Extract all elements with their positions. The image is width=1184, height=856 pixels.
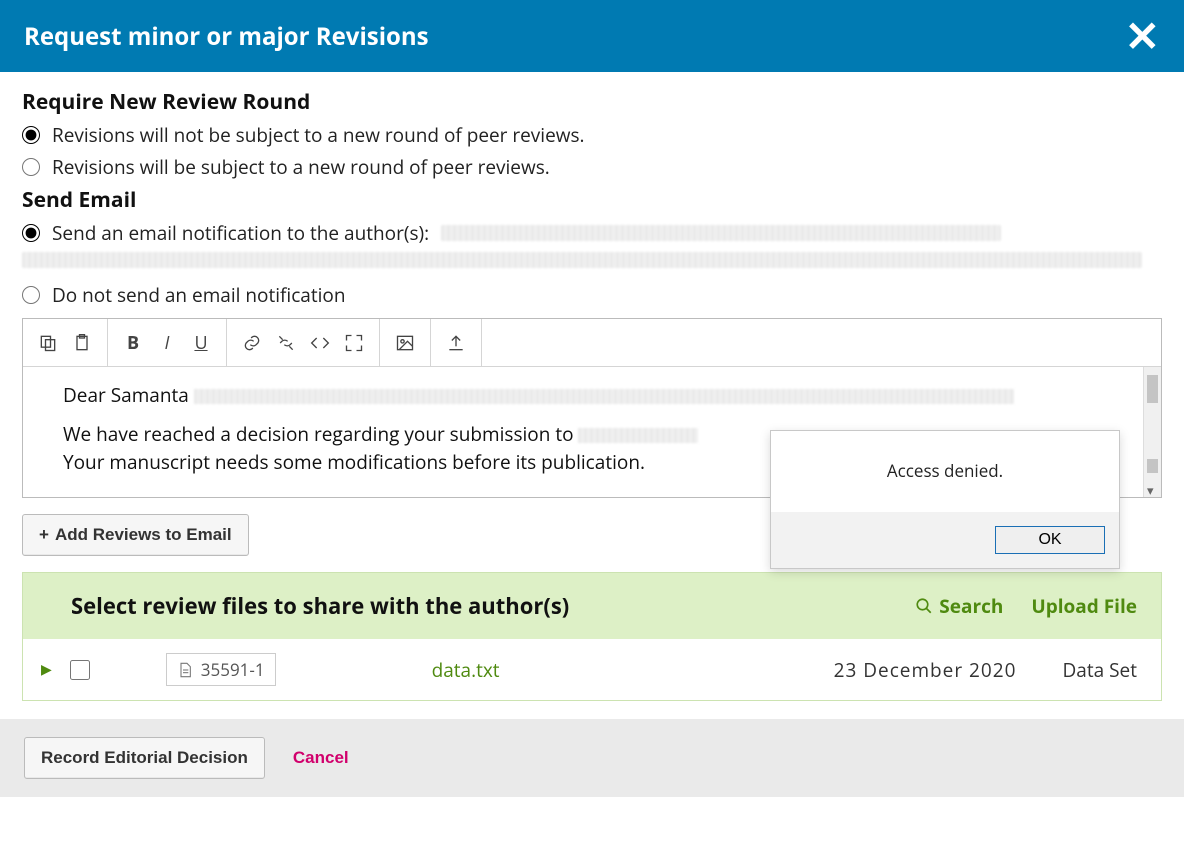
file-id: 35591-1 <box>201 658 265 681</box>
upload-file-label: Upload File <box>1031 593 1137 619</box>
search-files-link[interactable]: Search <box>915 593 1003 619</box>
dialog-header: Request minor or major Revisions ✕ <box>0 0 1184 72</box>
expand-icon[interactable]: ▶ <box>41 660 52 679</box>
file-row: ▶ 35591-1 data.txt 23 December 2020 Data… <box>23 639 1161 700</box>
cancel-button[interactable]: Cancel <box>293 748 349 768</box>
code-icon[interactable] <box>303 326 337 360</box>
fullscreen-icon[interactable] <box>337 326 371 360</box>
editor-line1: We have reached a decision regarding you… <box>63 421 578 447</box>
radio-new-round-label: Revisions will be subject to a new round… <box>52 154 550 180</box>
document-icon <box>177 661 193 679</box>
review-files-panel: Select review files to share with the au… <box>22 572 1162 701</box>
redacted-recipients <box>441 225 1001 241</box>
radio-new-round[interactable]: Revisions will be subject to a new round… <box>22 154 1162 180</box>
search-icon <box>915 597 933 615</box>
plus-icon: + <box>39 525 49 545</box>
redacted-journal <box>578 428 698 443</box>
italic-icon[interactable]: I <box>150 326 184 360</box>
paste-icon[interactable] <box>65 326 99 360</box>
record-decision-label: Record Editorial Decision <box>41 748 248 768</box>
bold-icon[interactable]: B <box>116 326 150 360</box>
editor-scrollbar[interactable] <box>1143 367 1161 497</box>
editor-toolbar: B I U <box>23 319 1161 367</box>
alert-message: Access denied. <box>771 431 1119 512</box>
review-files-header: Select review files to share with the au… <box>23 573 1161 639</box>
review-round-heading: Require New Review Round <box>22 88 1162 116</box>
radio-no-email-label: Do not send an email notification <box>52 282 346 308</box>
add-reviews-label: Add Reviews to Email <box>55 525 232 545</box>
radio-no-new-round[interactable]: Revisions will not be subject to a new r… <box>22 122 1162 148</box>
close-icon[interactable]: ✕ <box>1125 15 1160 57</box>
file-id-badge: 35591-1 <box>166 653 276 686</box>
dialog-footer: Record Editorial Decision Cancel <box>0 719 1184 797</box>
review-files-heading: Select review files to share with the au… <box>71 591 569 621</box>
upload-icon[interactable] <box>439 326 473 360</box>
radio-new-round-input[interactable] <box>22 158 40 176</box>
radio-send-email[interactable]: Send an email notification to the author… <box>22 220 1162 246</box>
alert-popup: Access denied. OK <box>770 430 1120 569</box>
search-files-label: Search <box>939 593 1003 619</box>
copy-icon[interactable] <box>31 326 65 360</box>
record-decision-button[interactable]: Record Editorial Decision <box>24 737 265 779</box>
redacted-name <box>194 389 1014 404</box>
radio-no-new-round-label: Revisions will not be subject to a new r… <box>52 122 585 148</box>
radio-no-email[interactable]: Do not send an email notification <box>22 282 1162 308</box>
radio-send-email-input[interactable] <box>22 224 40 242</box>
upload-file-link[interactable]: Upload File <box>1031 593 1137 619</box>
alert-ok-button[interactable]: OK <box>995 526 1105 554</box>
image-icon[interactable] <box>388 326 422 360</box>
radio-no-email-input[interactable] <box>22 286 40 304</box>
send-email-heading: Send Email <box>22 186 1162 214</box>
cancel-label: Cancel <box>293 748 349 767</box>
editor-greeting: Dear Samanta <box>63 382 194 408</box>
dialog-title: Request minor or major Revisions <box>24 20 429 53</box>
file-type: Data Set <box>1063 657 1137 683</box>
file-name-link[interactable]: data.txt <box>432 657 500 683</box>
unlink-icon[interactable] <box>269 326 303 360</box>
add-reviews-button[interactable]: + Add Reviews to Email <box>22 514 249 556</box>
file-date: 23 December 2020 <box>834 657 1017 683</box>
file-checkbox[interactable] <box>70 660 90 680</box>
radio-no-new-round-input[interactable] <box>22 126 40 144</box>
underline-icon[interactable]: U <box>184 326 218 360</box>
radio-send-email-label: Send an email notification to the author… <box>52 220 429 246</box>
link-icon[interactable] <box>235 326 269 360</box>
redacted-line <box>22 252 1142 268</box>
